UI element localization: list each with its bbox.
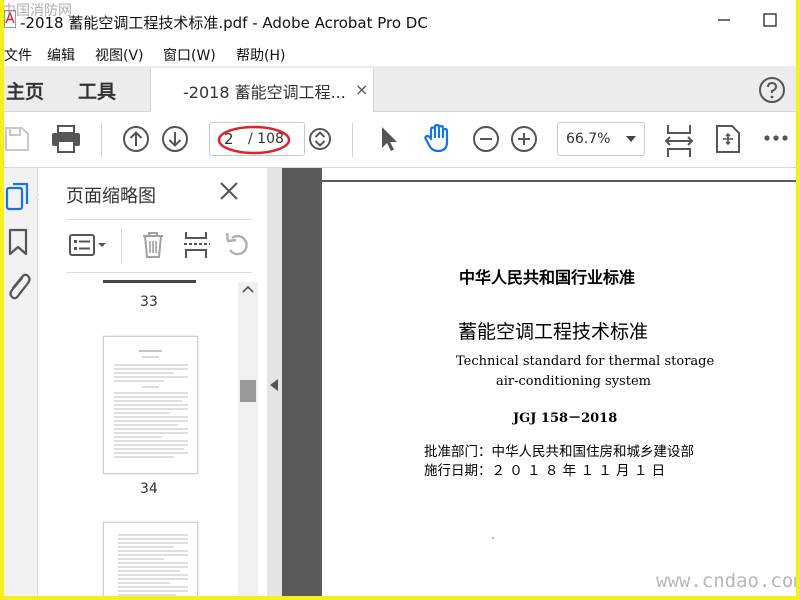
document-page: 中华人民共和国行业标准 蓄能空调工程技术标准 Technical standar…: [322, 182, 796, 596]
thumbnail-text-lines: [118, 534, 188, 596]
industry-standard-heading: 中华人民共和国行业标准: [459, 268, 636, 287]
zoom-in-icon[interactable]: [510, 125, 538, 153]
bottom-watermark: www.cndao.com: [656, 570, 796, 592]
zoom-value: 66.7%: [566, 131, 611, 147]
rotate-page-icon[interactable]: [715, 124, 741, 154]
standard-code: JGJ 158－2018: [513, 411, 618, 426]
acrobat-window: -2018 蓄能空调工程技术标准.pdf - Adobe Acrobat Pro…: [4, 0, 796, 596]
fit-page-icon[interactable]: [664, 123, 694, 159]
effective-date: 施行日期：２ ０ １ ８ 年 １ １ 月 １ 日: [424, 463, 666, 479]
options-menu-icon[interactable]: [68, 232, 108, 258]
tab-bar: [4, 66, 796, 112]
page-thumbnails-icon[interactable]: [5, 182, 31, 212]
tab-home[interactable]: 主页: [6, 77, 44, 104]
page-speck: [492, 537, 494, 539]
document-title-en-2: air-conditioning system: [496, 374, 651, 389]
chevron-down-icon: [626, 136, 636, 142]
next-page-icon[interactable]: [161, 125, 189, 153]
trash-icon[interactable]: [140, 230, 166, 260]
thumbnail-33-edge: [103, 280, 196, 283]
panel-tool-separator: [121, 228, 122, 264]
tab-document[interactable]: -2018 蓄能空调工程... ×: [150, 68, 374, 112]
page-scroll-stepper-icon[interactable]: [308, 125, 332, 153]
attachment-icon[interactable]: [4, 270, 32, 302]
save-icon[interactable]: [4, 124, 30, 154]
zoom-out-icon[interactable]: [472, 125, 500, 153]
more-options-icon[interactable]: [763, 133, 789, 143]
red-highlight-ellipse: [217, 125, 291, 155]
approval-department: 批准部门：中华人民共和国住房和城乡建设部: [424, 444, 694, 460]
rotate-icon[interactable]: [224, 230, 252, 260]
toolbar-separator: [352, 123, 353, 157]
thumbnail-scrollbar[interactable]: [238, 282, 258, 596]
toolbar-separator: [101, 123, 102, 157]
close-panel-icon[interactable]: [218, 180, 240, 202]
panel-title: 页面缩略图: [66, 186, 156, 207]
thumbnail-label: 33: [140, 294, 158, 310]
print-icon[interactable]: [50, 124, 82, 154]
panel-divider: [66, 219, 252, 220]
maximize-icon[interactable]: [762, 12, 778, 28]
window-title: -2018 蓄能空调工程技术标准.pdf - Adobe Acrobat Pro…: [20, 14, 428, 32]
scrollbar-thumb[interactable]: [240, 380, 256, 402]
menu-help[interactable]: 帮助(H): [236, 45, 285, 65]
previous-page-icon[interactable]: [122, 125, 150, 153]
insert-page-icon[interactable]: [182, 230, 212, 260]
help-icon[interactable]: [758, 76, 786, 104]
tab-tools[interactable]: 工具: [78, 77, 116, 104]
tab-close-icon[interactable]: ×: [355, 80, 368, 99]
thumbnail-page-34[interactable]: [103, 336, 198, 474]
thumbnail-label: 34: [140, 481, 158, 497]
thumbnail-page-35[interactable]: [103, 522, 198, 596]
menu-edit[interactable]: 编辑: [47, 45, 75, 65]
document-title-en-1: Technical standard for thermal storage: [456, 354, 715, 369]
select-arrow-icon[interactable]: [378, 124, 400, 154]
thumbnail-text-lines: [114, 350, 188, 458]
top-watermark: 中国消防网: [4, 3, 72, 19]
tab-document-label: -2018 蓄能空调工程...: [183, 83, 346, 102]
menu-file[interactable]: 文件: [4, 45, 32, 65]
collapse-panel-icon[interactable]: [270, 379, 278, 391]
previous-page-edge: [322, 168, 796, 180]
scroll-up-arrow-icon[interactable]: [241, 284, 255, 294]
menu-window[interactable]: 窗口(W): [163, 45, 216, 65]
thumbnail-list: 33 34: [44, 276, 236, 596]
minimize-icon[interactable]: [716, 12, 732, 28]
menu-view[interactable]: 视图(V): [95, 45, 144, 65]
panel-divider: [66, 272, 252, 273]
document-title-cn: 蓄能空调工程技术标准: [458, 321, 649, 343]
zoom-dropdown[interactable]: 66.7%: [557, 122, 645, 156]
hand-tool-icon[interactable]: [422, 122, 454, 154]
bookmark-icon[interactable]: [7, 228, 29, 256]
